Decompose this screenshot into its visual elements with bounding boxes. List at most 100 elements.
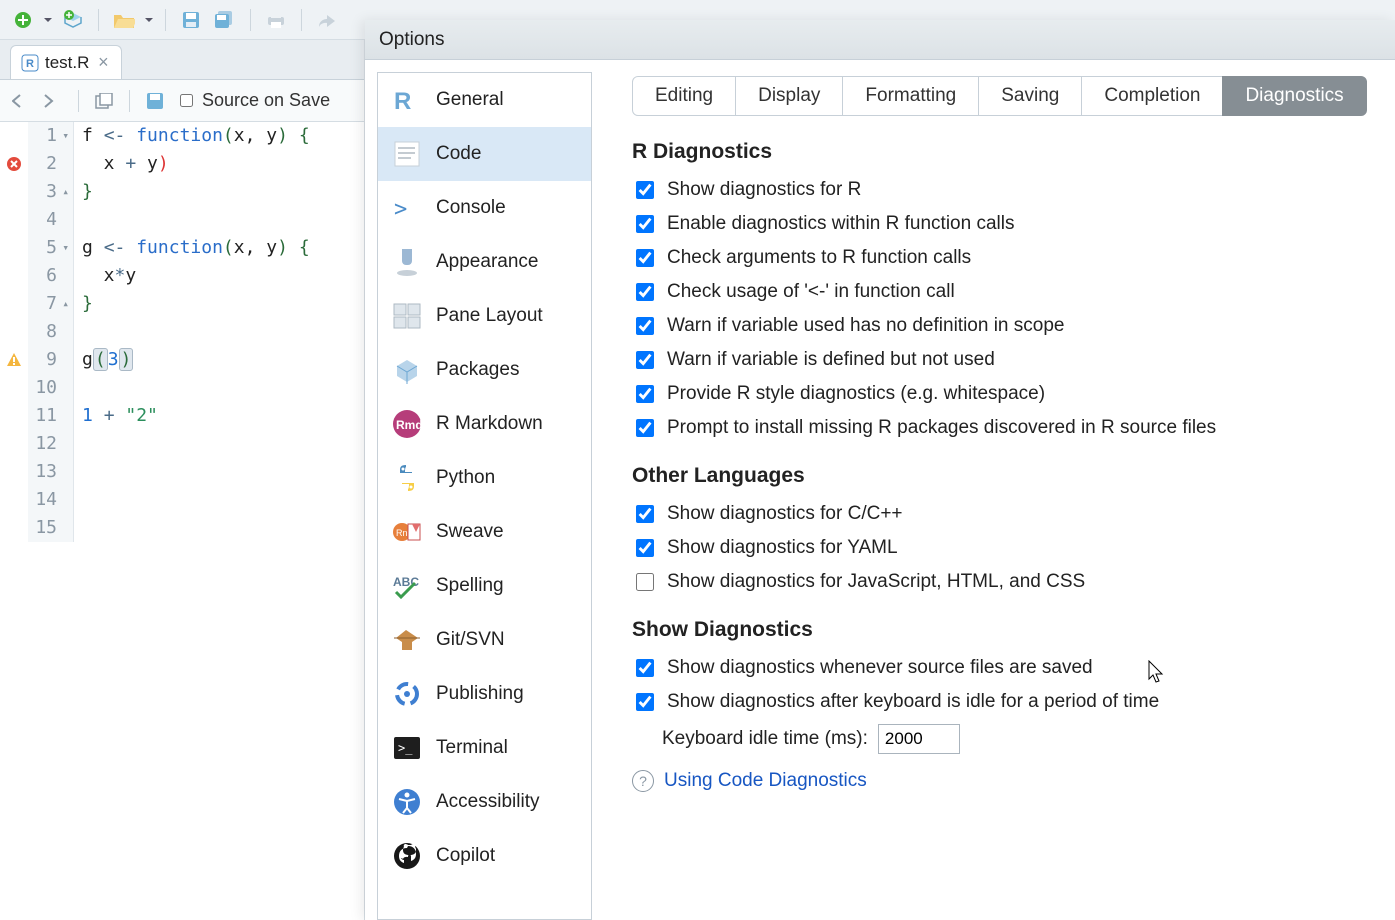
sidebar-item-terminal[interactable]: >_Terminal	[378, 721, 591, 775]
code-line[interactable]: x*y	[82, 262, 310, 290]
sidebar-item-code[interactable]: Code	[378, 127, 591, 181]
line-number[interactable]: 12	[28, 430, 69, 458]
tab-saving[interactable]: Saving	[978, 76, 1082, 116]
r-diag-style-checkbox[interactable]	[636, 385, 654, 403]
code-line[interactable]: g(3)	[82, 346, 310, 374]
code-line[interactable]	[82, 486, 310, 514]
other-lang-cpp-checkbox[interactable]	[636, 505, 654, 523]
line-number[interactable]: 6	[28, 262, 69, 290]
code-line[interactable]	[82, 374, 310, 402]
gutter-marker	[0, 402, 28, 430]
print-icon[interactable]	[263, 7, 289, 33]
code-line[interactable]: }	[82, 178, 310, 206]
tab-completion[interactable]: Completion	[1081, 76, 1223, 116]
line-number[interactable]: 3▴	[28, 178, 69, 206]
sidebar-item-rmarkdown[interactable]: RmdR Markdown	[378, 397, 591, 451]
show-diag-on-save-checkbox[interactable]	[636, 659, 654, 677]
source-on-save-checkbox[interactable]: Source on Save	[176, 90, 330, 111]
r-diag-show-r[interactable]: Show diagnostics for R	[632, 178, 1371, 202]
sidebar-item-publishing[interactable]: Publishing	[378, 667, 591, 721]
line-number[interactable]: 8	[28, 318, 69, 346]
line-number[interactable]: 4	[28, 206, 69, 234]
r-diag-warn-undef[interactable]: Warn if variable used has no definition …	[632, 314, 1371, 338]
source-on-save-input[interactable]	[180, 94, 193, 107]
r-diag-warn-unused-checkbox[interactable]	[636, 351, 654, 369]
r-diag-style[interactable]: Provide R style diagnostics (e.g. whites…	[632, 382, 1371, 406]
sidebar-item-git-svn[interactable]: Git/SVN	[378, 613, 591, 667]
show-diag-on-idle[interactable]: Show diagnostics after keyboard is idle …	[632, 690, 1371, 714]
open-file-icon[interactable]	[111, 7, 137, 33]
show-diag-on-idle-checkbox[interactable]	[636, 693, 654, 711]
new-file-icon[interactable]	[10, 7, 36, 33]
save-all-icon[interactable]	[212, 7, 238, 33]
show-in-new-window-icon[interactable]	[93, 90, 115, 112]
other-lang-yaml[interactable]: Show diagnostics for YAML	[632, 536, 1371, 560]
sidebar-item-pane-layout[interactable]: Pane Layout	[378, 289, 591, 343]
new-file-dropdown[interactable]	[44, 16, 52, 24]
goto-icon[interactable]	[314, 7, 340, 33]
tab-formatting[interactable]: Formatting	[842, 76, 979, 116]
line-number[interactable]: 9	[28, 346, 69, 374]
line-number[interactable]: 1▾	[28, 122, 69, 150]
code-line[interactable]: f <- function(x, y) {	[82, 122, 310, 150]
r-diag-check-assign[interactable]: Check usage of '<-' in function call	[632, 280, 1371, 304]
line-number[interactable]: 11	[28, 402, 69, 430]
idle-time-input[interactable]	[878, 724, 960, 754]
forward-icon[interactable]	[42, 90, 64, 112]
sidebar-item-label: Packages	[436, 359, 519, 381]
r-diag-warn-unused[interactable]: Warn if variable is defined but not used	[632, 348, 1371, 372]
tab-editing[interactable]: Editing	[632, 76, 736, 116]
save-icon[interactable]	[178, 7, 204, 33]
show-diag-on-save[interactable]: Show diagnostics whenever source files a…	[632, 656, 1371, 680]
r-diag-check-args-checkbox[interactable]	[636, 249, 654, 267]
sidebar-item-console[interactable]: >Console	[378, 181, 591, 235]
close-tab-icon[interactable]: ×	[95, 52, 111, 73]
code-line[interactable]: 1 + "2"	[82, 402, 310, 430]
r-diag-check-assign-checkbox[interactable]	[636, 283, 654, 301]
new-project-icon[interactable]	[60, 7, 86, 33]
code-line[interactable]: x + y)	[82, 150, 310, 178]
other-lang-cpp[interactable]: Show diagnostics for C/C++	[632, 502, 1371, 526]
help-link-row[interactable]: ? Using Code Diagnostics	[632, 770, 1371, 792]
sidebar-item-accessibility[interactable]: Accessibility	[378, 775, 591, 829]
line-number[interactable]: 5▾	[28, 234, 69, 262]
code-line[interactable]	[82, 430, 310, 458]
line-number[interactable]: 2	[28, 150, 69, 178]
r-diag-enable-in-calls-checkbox[interactable]	[636, 215, 654, 233]
other-lang-web-checkbox[interactable]	[636, 573, 654, 591]
tab-diagnostics[interactable]: Diagnostics	[1222, 76, 1366, 116]
save-file-icon[interactable]	[144, 90, 166, 112]
help-link[interactable]: Using Code Diagnostics	[664, 770, 867, 792]
code-line[interactable]: g <- function(x, y) {	[82, 234, 310, 262]
r-diag-enable-in-calls[interactable]: Enable diagnostics within R function cal…	[632, 212, 1371, 236]
line-number[interactable]: 14	[28, 486, 69, 514]
tab-display[interactable]: Display	[735, 76, 843, 116]
line-number[interactable]: 15	[28, 514, 69, 542]
sidebar-item-general[interactable]: RGeneral	[378, 73, 591, 127]
line-number[interactable]: 10	[28, 374, 69, 402]
sidebar-item-sweave[interactable]: RnwSweave	[378, 505, 591, 559]
sidebar-item-spelling[interactable]: ABCSpelling	[378, 559, 591, 613]
sidebar-item-copilot[interactable]: Copilot	[378, 829, 591, 883]
other-lang-yaml-checkbox[interactable]	[636, 539, 654, 557]
sidebar-item-packages[interactable]: Packages	[378, 343, 591, 397]
r-diag-check-args[interactable]: Check arguments to R function calls	[632, 246, 1371, 270]
sidebar-item-appearance[interactable]: Appearance	[378, 235, 591, 289]
code-line[interactable]: }	[82, 290, 310, 318]
r-diag-install-missing-checkbox[interactable]	[636, 419, 654, 437]
line-number[interactable]: 7▴	[28, 290, 69, 318]
open-file-dropdown[interactable]	[145, 16, 153, 24]
code-line[interactable]	[82, 318, 310, 346]
r-diag-install-missing[interactable]: Prompt to install missing R packages dis…	[632, 416, 1371, 440]
file-tab[interactable]: R test.R ×	[10, 45, 122, 79]
r-diag-show-r-checkbox[interactable]	[636, 181, 654, 199]
back-icon[interactable]	[10, 90, 32, 112]
other-lang-web[interactable]: Show diagnostics for JavaScript, HTML, a…	[632, 570, 1371, 594]
code-line[interactable]	[82, 458, 310, 486]
code-line[interactable]	[82, 514, 310, 542]
code-line[interactable]	[82, 206, 310, 234]
sidebar-item-python[interactable]: Python	[378, 451, 591, 505]
line-number[interactable]: 13	[28, 458, 69, 486]
code-editor[interactable]: 1▾23▴45▾67▴89101112131415 f <- function(…	[0, 122, 364, 542]
r-diag-warn-undef-checkbox[interactable]	[636, 317, 654, 335]
